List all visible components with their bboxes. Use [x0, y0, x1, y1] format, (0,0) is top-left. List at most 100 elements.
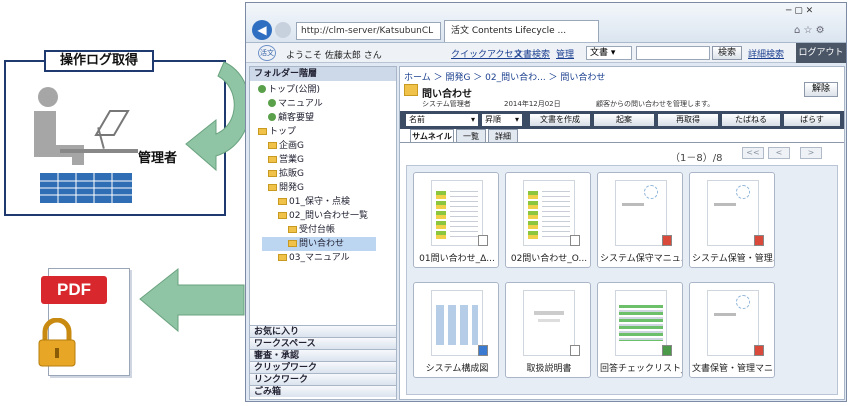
file-type-icon: [478, 345, 488, 356]
globe-icon: [268, 113, 276, 121]
file-type-icon: [662, 345, 672, 356]
tab-detail[interactable]: 詳細: [488, 129, 518, 142]
sidebar-item-label: 開発G: [279, 183, 304, 193]
document-thumbnail: [615, 180, 667, 246]
sidebar-item-7[interactable]: 開発G: [250, 181, 396, 195]
sidebar-item-9[interactable]: 02_問い合わせ一覧: [250, 209, 396, 223]
create-document-button[interactable]: 文書を作成: [530, 114, 590, 126]
folder-icon: [268, 170, 277, 177]
pager-text: （1－8）/8: [670, 153, 723, 164]
address-bar-area: ─ ▢ ✕ ◀ http://clm-server/KatsubunCL 活文 …: [246, 3, 846, 43]
sidebar-item-10[interactable]: 受付台帳: [250, 223, 396, 237]
sidebar-item-6[interactable]: 拡販G: [250, 167, 396, 181]
sidebar-item-8[interactable]: 01_保守・点検: [250, 195, 396, 209]
quick-access-link[interactable]: クイックアクセス: [451, 47, 523, 60]
document-card[interactable]: 01問い合わせ_Δ...: [413, 172, 499, 268]
back-button[interactable]: ◀: [252, 20, 272, 40]
tab-list[interactable]: 一覧: [456, 129, 486, 142]
document-search-link[interactable]: 文書検索: [514, 47, 550, 60]
sort-order-select[interactable]: 昇順 ▾: [482, 114, 522, 126]
folder-owner: システム管理者: [422, 100, 471, 108]
sidebar-item-5[interactable]: 営業G: [250, 153, 396, 167]
sidebar-item-label: 営業G: [279, 155, 304, 165]
main-panel: ホーム ＞ 開発G ＞ 02_問い合わ... ＞ 問い合わせ 解除 問い合わせ …: [399, 66, 845, 400]
globe-icon: [258, 85, 266, 93]
document-name: 02問い合わせ_O...: [510, 254, 588, 264]
document-card[interactable]: システム構成図: [413, 282, 499, 378]
folder-title: 問い合わせ: [422, 89, 472, 100]
breadcrumb[interactable]: ホーム ＞ 開発G ＞ 02_問い合わ... ＞ 問い合わせ: [404, 70, 605, 83]
home-star-gear-icons[interactable]: ⌂ ☆ ⚙: [794, 25, 825, 36]
unlock-button[interactable]: 解除: [804, 82, 838, 97]
pager-next-button[interactable]: >: [800, 147, 822, 159]
document-name: 文書保管・管理マニ...: [692, 364, 774, 374]
document-thumbnail: [431, 290, 483, 356]
tab-thumbnail[interactable]: サムネイル: [410, 129, 454, 142]
sort-field-select[interactable]: 名前 ▾: [406, 114, 478, 126]
browser-tab[interactable]: 活文 Contents Lifecycle ...: [444, 20, 599, 42]
admin-link[interactable]: 管理: [556, 47, 574, 60]
document-thumbnail: [707, 290, 759, 356]
folder-icon: [268, 156, 277, 163]
document-name: システム保管・管理...: [692, 254, 774, 264]
document-card[interactable]: システム保管・管理...: [689, 172, 775, 268]
folder-icon: [258, 128, 267, 135]
document-card[interactable]: 02問い合わせ_O...: [505, 172, 591, 268]
left-arrow-icon: [139, 267, 245, 333]
tab-divider: [400, 142, 844, 143]
sidebar-item-label: 問い合わせ: [299, 239, 345, 249]
sidebar-section-0[interactable]: お気に入り: [250, 325, 396, 337]
sidebar-item-12[interactable]: 03_マニュアル: [250, 251, 396, 265]
search-scope-select[interactable]: 文書 ▾: [586, 46, 632, 60]
sidebar-item-label: トップ: [269, 127, 297, 137]
document-name: 取扱説明書: [526, 364, 572, 374]
refetch-button[interactable]: 再取得: [658, 114, 718, 126]
pdf-badge: PDF: [41, 276, 107, 304]
sidebar-item-1[interactable]: マニュアル: [250, 97, 396, 111]
sidebar-item-4[interactable]: 企画G: [250, 139, 396, 153]
folder-tree: トップ(公開) マニュアル 顧客要望 トップ 企画G 営業G 拡販G 開発G 01_保守・点検 0…: [250, 83, 396, 265]
folder-icon: [288, 226, 297, 233]
bundle-button[interactable]: たばねる: [722, 114, 780, 126]
sidebar-item-0[interactable]: トップ(公開): [250, 83, 396, 97]
search-button[interactable]: 検索: [712, 46, 742, 60]
browser-window: ─ ▢ ✕ ◀ http://clm-server/KatsubunCL 活文 …: [245, 2, 847, 402]
logout-button[interactable]: ログアウト: [796, 43, 846, 63]
file-type-icon: [662, 235, 672, 246]
sidebar-section-1[interactable]: ワークスペース: [250, 337, 396, 349]
sidebar-header: フォルダー階層: [250, 67, 396, 81]
folder-icon: [278, 212, 287, 219]
document-thumbnail: [523, 180, 575, 246]
sidebar-item-label: トップ(公開): [268, 85, 321, 95]
file-type-icon: [570, 345, 580, 356]
thumbnail-grid: 01問い合わせ_Δ... 02問い合わせ_O... システム保守マニュ... システム…: [406, 165, 838, 395]
folder-icon: [404, 84, 418, 96]
document-name: 回答チェックリスト_#1: [600, 364, 682, 374]
sidebar-item-2[interactable]: 顧客要望: [250, 111, 396, 125]
advanced-search-link[interactable]: 詳細検索: [748, 47, 784, 60]
sidebar-section-5[interactable]: ごみ箱: [250, 385, 396, 397]
document-card[interactable]: システム保守マニュ...: [597, 172, 683, 268]
sidebar-section-3[interactable]: クリップワーク: [250, 361, 396, 373]
window-controls[interactable]: ─ ▢ ✕: [786, 6, 813, 16]
sidebar-section-4[interactable]: リンクワーク: [250, 373, 396, 385]
document-card[interactable]: 回答チェックリスト_#1: [597, 282, 683, 378]
forward-button[interactable]: [275, 22, 291, 38]
sidebar-item-label: マニュアル: [278, 99, 323, 109]
pager-prev-button[interactable]: <: [768, 147, 790, 159]
document-card[interactable]: 取扱説明書: [505, 282, 591, 378]
sidebar-item-11[interactable]: 問い合わせ: [262, 237, 376, 251]
url-field[interactable]: http://clm-server/KatsubunCL: [296, 22, 441, 40]
document-name: システム保守マニュ...: [600, 254, 682, 264]
sidebar-item-3[interactable]: トップ: [250, 125, 396, 139]
search-input[interactable]: [636, 46, 710, 60]
file-type-icon: [570, 235, 580, 246]
pager-first-button[interactable]: <<: [742, 147, 764, 159]
unbundle-button[interactable]: ばらす: [784, 114, 840, 126]
file-type-icon: [754, 235, 764, 246]
file-type-icon: [754, 345, 764, 356]
sidebar-sections: お気に入り ワークスペース 審査・承認 クリップワーク リンクワーク ごみ箱: [250, 325, 396, 397]
draft-button[interactable]: 起案: [594, 114, 654, 126]
document-card[interactable]: 文書保管・管理マニ...: [689, 282, 775, 378]
sidebar-section-2[interactable]: 審査・承認: [250, 349, 396, 361]
